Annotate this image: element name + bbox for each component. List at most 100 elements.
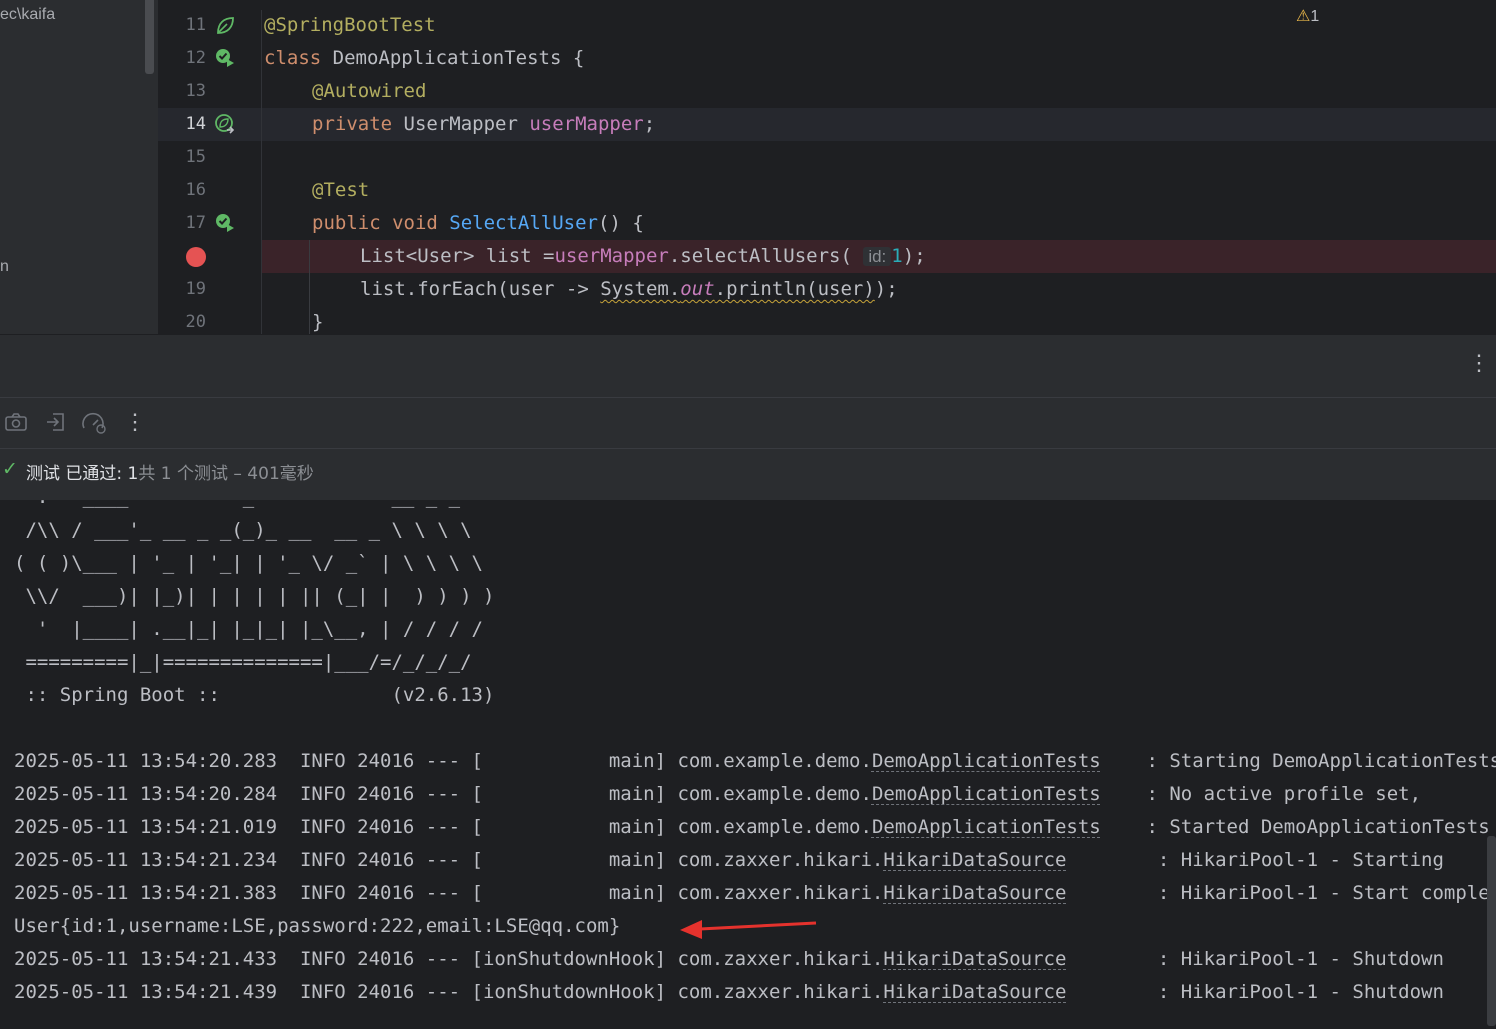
log-message: : Started DemoApplicationTests (1100, 816, 1490, 838)
import-tests-icon[interactable] (45, 411, 67, 433)
banner-line: ' |____| .__|_| |_|_| |_\__, | / / / / (14, 618, 483, 640)
code-line-20: } (312, 306, 323, 334)
log-class-link[interactable]: DemoApplicationTests (872, 750, 1101, 772)
passed-label: 测试 已通过: (26, 464, 123, 484)
code-editor[interactable]: 11 12 13 14 15 16 17 19 20 @SpringBootTe… (158, 0, 1496, 334)
red-arrow-annotation (680, 920, 817, 939)
annotation: @Autowired (312, 80, 427, 102)
log-line: 2025-05-11 13:54:20.284 INFO 24016 --- [… (14, 778, 1421, 811)
breakpoint-icon[interactable] (185, 246, 207, 268)
type-name: UserMapper (403, 113, 530, 135)
gutter-separator (261, 10, 262, 334)
static-field: out (680, 278, 715, 300)
log-class-link[interactable]: DemoApplicationTests (872, 783, 1101, 805)
program-output-line: User{id:1,username:LSE,password:222,emai… (14, 915, 621, 937)
method-name: SelectAllUser (449, 212, 598, 234)
log-class-link[interactable]: HikariDataSource (883, 948, 1066, 970)
log-class-link[interactable]: HikariDataSource (883, 981, 1066, 1003)
camera-icon[interactable] (4, 411, 28, 433)
method-call: .selectAllUsers( (668, 245, 864, 267)
banner-line: ( ( )\___ | '_ | '_| | '_ \/ _` | \ \ \ … (14, 552, 483, 574)
spring-bean-icon[interactable] (214, 15, 236, 37)
warning-highlight: System.out.println(user) (600, 278, 875, 300)
banner-line: :: Spring Boot :: (v2.6.13) (14, 684, 495, 706)
passed-count: 1 (127, 464, 139, 484)
log-message: : No active profile set, (1100, 783, 1422, 805)
log-prefix: 2025-05-11 13:54:21.433 INFO 24016 --- [… (14, 948, 884, 970)
log-message: : HikariPool-1 - Shutdown (1066, 981, 1444, 1003)
class-ref: System. (600, 278, 681, 300)
console-scrollbar[interactable] (1487, 836, 1496, 1026)
project-path[interactable]: ec\kaifa (0, 6, 55, 24)
log-class-link[interactable]: DemoApplicationTests (872, 816, 1101, 838)
spring-navigate-icon[interactable] (214, 113, 236, 135)
banner-line: =========|_|==============|___/=/_/_/_/ (14, 651, 472, 673)
punctuation: ; (643, 113, 656, 135)
log-prefix: 2025-05-11 13:54:21.439 INFO 24016 --- [… (14, 981, 884, 1003)
banner-line: \\/ ___)| |_)| | | | | || (_| | ) ) ) ) (14, 585, 495, 607)
indent-guide (309, 240, 310, 334)
log-prefix: 2025-05-11 13:54:20.283 INFO 24016 --- [… (14, 750, 872, 772)
log-line: 2025-05-11 13:54:20.283 INFO 24016 --- [… (14, 745, 1496, 778)
log-message: : HikariPool-1 - Starting (1066, 849, 1444, 871)
code-text: list.forEach(user -> (360, 278, 601, 300)
code-line-13: @Autowired (312, 75, 426, 108)
log-class-link[interactable]: HikariDataSource (883, 849, 1066, 871)
more-options-icon[interactable]: ⋮ (1468, 350, 1490, 376)
number-literal: 1 (891, 245, 903, 267)
punctuation: () { (598, 212, 644, 234)
log-line: 2025-05-11 13:54:21.019 INFO 24016 --- [… (14, 811, 1490, 844)
line-number: 17 (185, 213, 206, 233)
inspection-widget[interactable]: ⚠1 (1296, 6, 1319, 26)
test-status-text: 测试 已通过: 1共 1 个测试 – 401毫秒 (26, 459, 314, 484)
line-number: 13 (185, 81, 206, 101)
punctuation: ); (902, 245, 926, 267)
parameter-hint: id: (863, 247, 892, 266)
field-name: userMapper (529, 113, 644, 135)
code-line-18: List<User> list =userMapper.selectAllUse… (360, 240, 926, 273)
tool-window-header (0, 334, 1496, 397)
log-line: 2025-05-11 13:54:21.234 INFO 24016 --- [… (14, 844, 1444, 877)
log-line: 2025-05-11 13:54:21.383 INFO 24016 --- [… (14, 877, 1496, 910)
method-call: .println(user) (714, 278, 875, 300)
banner-line: /\\ / ___'_ __ _ _(_)_ __ __ _ \ \ \ \ (14, 519, 472, 541)
punctuation: } (312, 311, 324, 333)
code-line-17: public void SelectAllUser() { (312, 207, 644, 240)
line-number: 14 (185, 114, 206, 134)
line-number: 16 (185, 180, 206, 200)
line-number: 20 (185, 312, 206, 332)
log-message: : HikariPool-1 - Start completed (1066, 882, 1496, 904)
code-text: List<User> list = (360, 245, 555, 267)
line-number: 12 (185, 48, 206, 68)
code-line-12: class DemoApplicationTests { (264, 42, 584, 75)
project-scrollbar[interactable] (145, 0, 154, 74)
project-panel (0, 0, 158, 334)
log-class-link[interactable]: HikariDataSource (883, 882, 1066, 904)
keyword: public void (312, 212, 450, 234)
log-message: : Starting DemoApplicationTests (1100, 750, 1496, 772)
line-number: 19 (185, 279, 206, 299)
code-line-19: list.forEach(user -> System.out.println(… (360, 273, 898, 306)
run-test-icon[interactable] (214, 212, 236, 234)
log-prefix: 2025-05-11 13:54:21.234 INFO 24016 --- [… (14, 849, 884, 871)
console-output[interactable]: . ____ _ __ _ _ /\\ / ___'_ __ _ _(_)_ _… (0, 500, 1496, 1029)
annotation: @SpringBootTest (264, 14, 436, 36)
run-test-icon[interactable] (214, 47, 236, 69)
toolbar-more-icon[interactable]: ⋮ (124, 409, 146, 435)
keyword: private (312, 113, 404, 135)
code-line-14: private UserMapper userMapper; (312, 108, 655, 141)
run-toolbar (0, 397, 1496, 448)
class-name: DemoApplicationTests { (332, 47, 585, 69)
line-number: 15 (185, 147, 206, 167)
banner-line: . ____ _ __ _ _ (14, 500, 460, 514)
log-prefix: 2025-05-11 13:54:21.019 INFO 24016 --- [… (14, 816, 872, 838)
test-history-icon[interactable] (81, 411, 107, 435)
log-line: 2025-05-11 13:54:21.439 INFO 24016 --- [… (14, 976, 1444, 1009)
annotation: @Test (312, 179, 370, 201)
punctuation: ); (874, 278, 898, 300)
project-item[interactable]: n (0, 258, 9, 276)
log-line: 2025-05-11 13:54:21.433 INFO 24016 --- [… (14, 943, 1444, 976)
warning-icon: ⚠ (1296, 8, 1311, 25)
test-summary: 共 1 个测试 – 401毫秒 (138, 464, 314, 484)
warning-count: 1 (1310, 8, 1320, 25)
